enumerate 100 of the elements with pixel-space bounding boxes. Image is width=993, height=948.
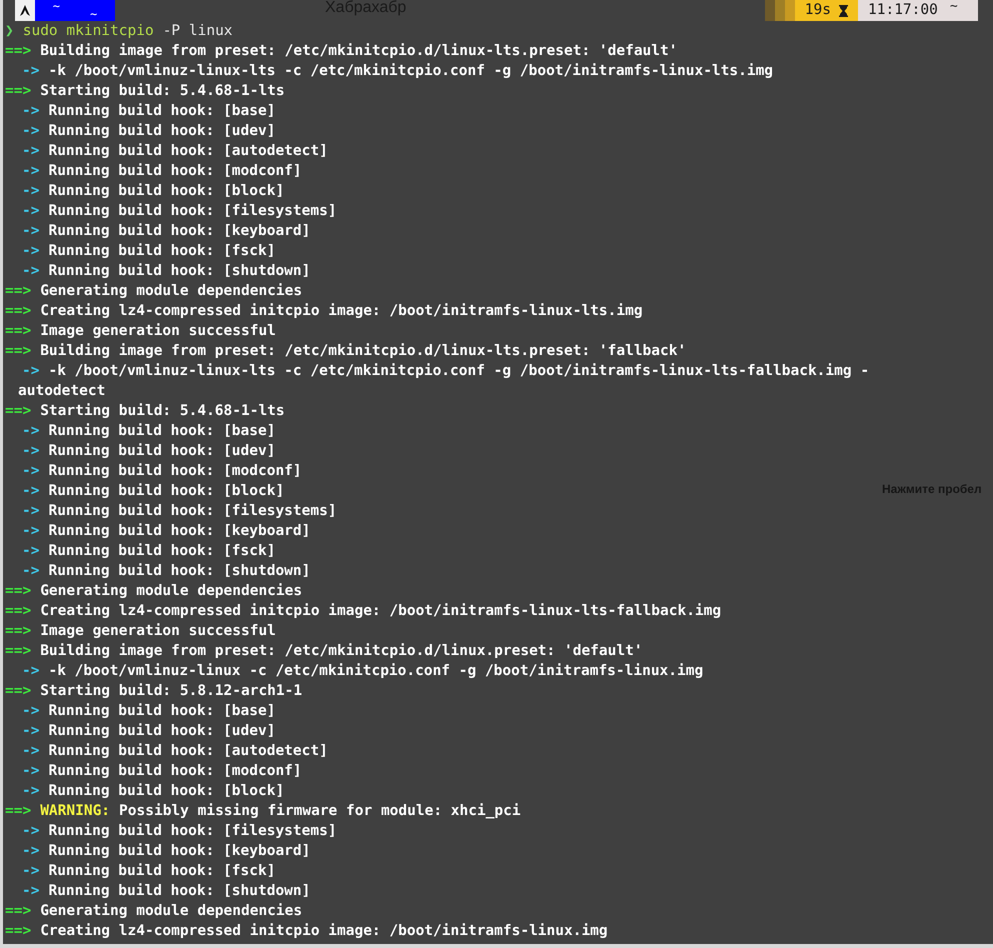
arrow-marker: ==> (5, 922, 32, 941)
output-line: Running build hook: [modconf] (48, 462, 302, 481)
arrow-marker: -> (22, 182, 40, 201)
output-line: Starting build: 5.4.68-1-lts (40, 82, 285, 101)
arrow-marker: -> (22, 562, 40, 581)
arrow-marker: ==> (5, 602, 32, 621)
arrow-marker: -> (22, 842, 40, 861)
arrow-marker: -> (22, 762, 40, 781)
arrow-marker: -> (22, 882, 40, 901)
arrow-marker: -> (22, 122, 40, 141)
arrow-marker: ==> (5, 682, 32, 701)
output-line: Building image from preset: /etc/mkinitcpio.d/linux.preset: 'default' (40, 642, 643, 661)
prompt-symbol: ❯ (5, 22, 14, 41)
output-line: Running build hook: [block] (48, 782, 284, 801)
arch-logo-icon (20, 5, 30, 16)
output-line: Building image from preset: /etc/mkinitcpio.d/linux-lts.preset: 'fallback' (40, 342, 686, 361)
arrow-marker: ==> (5, 282, 32, 301)
arrow-marker: ==> (5, 802, 32, 821)
output-line: Running build hook: [keyboard] (48, 222, 310, 241)
arrow-marker: -> (22, 822, 40, 841)
output-line: Running build hook: [keyboard] (48, 842, 310, 861)
output-line: Possibly missing firmware for module: xhci_pci (119, 802, 521, 821)
output-line: Running build hook: [keyboard] (48, 522, 310, 541)
tilde-text: ~ (90, 8, 98, 20)
gradient-segment (764, 0, 795, 21)
arrow-marker: -> (22, 222, 40, 241)
output-line: -k /boot/vmlinuz-linux-lts -c /etc/mkinitcpio.conf -g /boot/initramfs-linux-lts-fallback.img - (48, 362, 870, 381)
arrow-marker: -> (22, 742, 40, 761)
arrow-marker: -> (22, 782, 40, 801)
arrow-marker: -> (22, 422, 40, 441)
output-line: Building image from preset: /etc/mkinitcpio.d/linux-lts.preset: 'default' (40, 42, 678, 61)
output-line: Generating module dependencies (40, 582, 302, 601)
output-line: Running build hook: [shutdown] (48, 562, 310, 581)
command-text: sudo mkinitcpio (22, 22, 154, 41)
arrow-marker: -> (22, 722, 40, 741)
output-line: Starting build: 5.8.12-arch1-1 (40, 682, 302, 701)
arrow-marker: ==> (5, 322, 32, 341)
arrow-marker: ==> (5, 82, 32, 101)
output-line: Running build hook: [block] (48, 182, 284, 201)
output-line: Running build hook: [udev] (48, 722, 276, 741)
duration-text: 19s (804, 0, 831, 20)
output-line: Generating module dependencies (40, 282, 302, 301)
output-line: Running build hook: [autodetect] (48, 142, 328, 161)
arrow-marker: -> (22, 162, 40, 181)
output-line: autodetect (18, 382, 106, 401)
arrow-marker: -> (22, 502, 40, 521)
arrow-marker: ==> (5, 642, 32, 661)
output-line: Running build hook: [fsck] (48, 542, 276, 561)
output-line: Image generation successful (40, 322, 276, 341)
output-line: Running build hook: [filesystems] (48, 202, 337, 221)
arrow-marker: -> (22, 62, 40, 81)
output-line: Running build hook: [modconf] (48, 762, 302, 781)
output-line: Generating module dependencies (40, 902, 302, 921)
arrow-marker: -> (22, 702, 40, 721)
arrow-marker: -> (22, 482, 40, 501)
arrow-marker: ==> (5, 342, 32, 361)
output-line: Running build hook: [modconf] (48, 162, 302, 181)
arrow-marker: -> (22, 462, 40, 481)
arrow-marker: -> (22, 142, 40, 161)
output-line: Starting build: 5.4.68-1-lts (40, 402, 285, 421)
output-line: Creating lz4-compressed initcpio image: /boot/initramfs-linux-lts-fallback.img (40, 602, 722, 621)
output-line: Running build hook: [autodetect] (48, 742, 328, 761)
output-line: -k /boot/vmlinuz-linux-lts -c /etc/mkinitcpio.conf -g /boot/initramfs-linux-lts.img (48, 62, 774, 81)
arrow-marker: -> (22, 202, 40, 221)
output-line: Running build hook: [shutdown] (48, 262, 310, 281)
arrow-marker: -> (22, 102, 40, 121)
arrow-marker: -> (22, 442, 40, 461)
hourglass-icon (839, 4, 848, 16)
tilde-text: ~ (52, 0, 60, 12)
output-line: Running build hook: [base] (48, 422, 276, 441)
arrow-marker: -> (22, 242, 40, 261)
output-line: Creating lz4-compressed initcpio image: /boot/initramfs-linux-lts.img (40, 302, 643, 321)
output-line: Running build hook: [base] (48, 702, 276, 721)
output-line: Running build hook: [fsck] (48, 862, 276, 881)
arrow-marker: -> (22, 862, 40, 881)
arrow-marker: ==> (5, 622, 32, 641)
arrow-marker: -> (22, 362, 40, 381)
arrow-marker: ==> (5, 582, 32, 601)
arrow-marker: -> (22, 262, 40, 281)
command-arguments: -P linux (162, 22, 233, 41)
output-line: Running build hook: [udev] (48, 122, 276, 141)
output-line: Running build hook: [base] (48, 102, 276, 121)
output-line: -k /boot/vmlinuz-linux -c /etc/mkinitcpio.conf -g /boot/initramfs-linux.img (48, 662, 704, 681)
arrow-marker: -> (22, 522, 40, 541)
arrow-marker: ==> (5, 302, 32, 321)
output-line: Creating lz4-compressed initcpio image: /boot/initramfs-linux.img (40, 922, 608, 941)
arrow-marker: ==> (5, 402, 32, 421)
warning-label: WARNING: (40, 802, 110, 821)
tilde-text: ~ (950, 0, 958, 16)
output-line: Running build hook: [filesystems] (48, 502, 337, 521)
arrow-marker: -> (22, 662, 40, 681)
output-line: Running build hook: [fsck] (48, 242, 276, 261)
output-line: Running build hook: [udev] (48, 442, 276, 461)
output-line: Image generation successful (40, 622, 276, 641)
clock-time: 11:17:00 (868, 0, 938, 20)
arrow-marker: -> (22, 542, 40, 561)
arrow-marker: ==> (5, 42, 32, 61)
arrow-marker: ==> (5, 902, 32, 921)
output-line: Running build hook: [shutdown] (48, 882, 310, 901)
output-line: Running build hook: [filesystems] (48, 822, 337, 841)
